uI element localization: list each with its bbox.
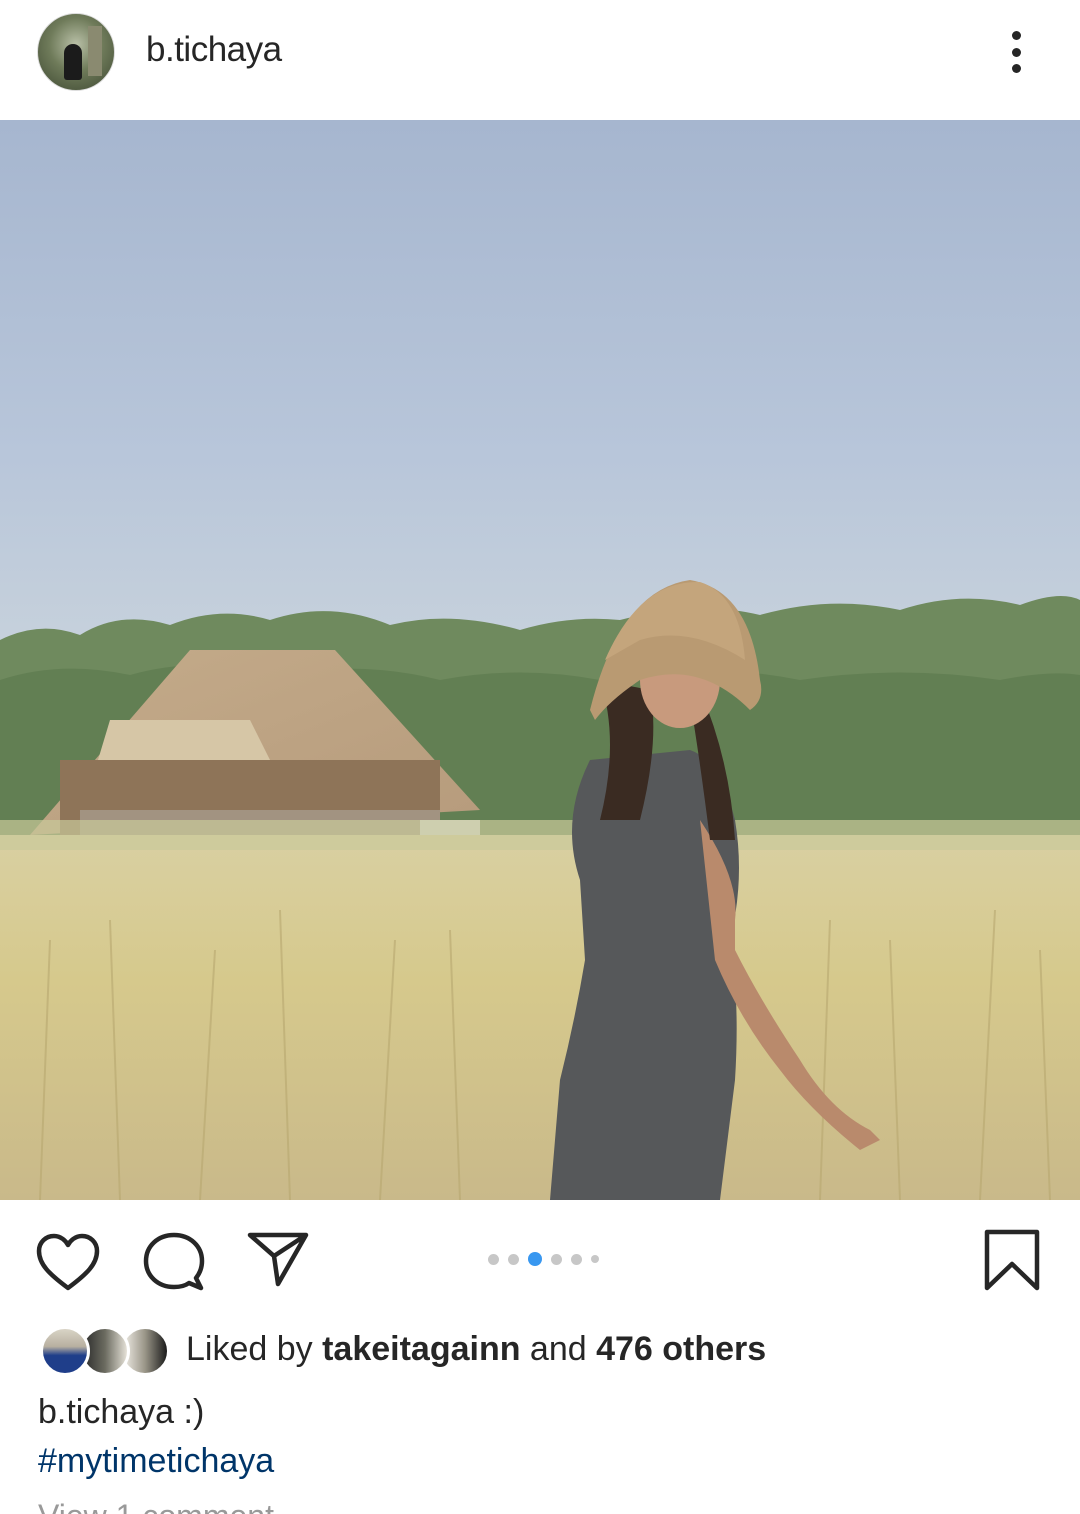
more-vertical-icon[interactable]: [996, 28, 1036, 76]
liker-avatar: [40, 1326, 90, 1376]
avatar-pillar-shape: [88, 26, 102, 76]
avatar-person-shape: [64, 44, 82, 80]
caption: b.tichaya :): [38, 1393, 204, 1432]
caption-text: :): [174, 1393, 205, 1431]
post-header: b.tichaya: [0, 0, 1080, 120]
liked-by-user[interactable]: takeitagainn: [322, 1330, 520, 1368]
carousel-indicator: [488, 1252, 599, 1266]
carousel-dot: [551, 1253, 562, 1265]
view-comments-link[interactable]: View 1 comment: [38, 1498, 274, 1514]
likes-others-count[interactable]: 476 others: [596, 1330, 766, 1368]
profile-avatar[interactable]: [37, 13, 115, 91]
post-photo[interactable]: [0, 120, 1080, 1200]
carousel-dot: [591, 1255, 599, 1263]
carousel-dot: [508, 1253, 519, 1265]
header-username[interactable]: b.tichaya: [146, 30, 282, 70]
likes-middle: and: [520, 1330, 597, 1368]
photo-scene: [0, 120, 1080, 1200]
comment-icon[interactable]: [142, 1230, 206, 1292]
carousel-dot: [571, 1253, 582, 1265]
carousel-dot: [488, 1253, 499, 1265]
send-icon[interactable]: [246, 1230, 310, 1288]
likes-summary[interactable]: Liked by takeitagainn and 476 others: [186, 1330, 766, 1369]
caption-hashtag[interactable]: #mytimetichaya: [38, 1442, 274, 1481]
caption-username[interactable]: b.tichaya: [38, 1393, 174, 1431]
likes-prefix: Liked by: [186, 1330, 323, 1368]
bookmark-icon[interactable]: [983, 1228, 1041, 1292]
heart-icon[interactable]: [35, 1232, 101, 1292]
carousel-dot-active: [528, 1252, 542, 1266]
liker-avatars[interactable]: [40, 1326, 170, 1380]
